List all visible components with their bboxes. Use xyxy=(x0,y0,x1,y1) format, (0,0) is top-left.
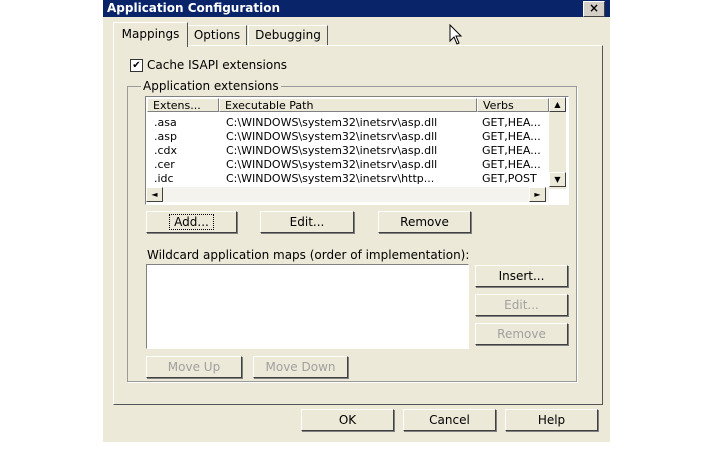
path-cell: C:\WINDOWS\system32\inetsrv\asp.dll xyxy=(226,130,438,143)
move-down-button[interactable]: Move Down xyxy=(253,356,348,378)
list-row[interactable]: .idc C:\WINDOWS\system32\inetsrv\http...… xyxy=(146,172,550,186)
window-title: Application Configuration xyxy=(107,1,280,15)
path-cell: C:\WINDOWS\system32\inetsrv\http... xyxy=(226,172,435,185)
ok-button[interactable]: OK xyxy=(301,409,394,431)
cancel-button[interactable]: Cancel xyxy=(403,409,496,431)
extensions-list[interactable]: Extens... Executable Path Verbs .asa C:\… xyxy=(145,96,569,205)
column-header-executable-path[interactable]: Executable Path xyxy=(219,98,477,112)
insert-button[interactable]: Insert... xyxy=(475,265,568,287)
title-bar: Application Configuration × xyxy=(103,0,610,17)
close-button[interactable]: × xyxy=(583,1,605,17)
verbs-cell: GET,HEA... xyxy=(482,130,541,143)
scroll-left-icon[interactable]: ◄ xyxy=(146,187,163,202)
path-cell: C:\WINDOWS\system32\inetsrv\asp.dll xyxy=(226,144,438,157)
vertical-scrollbar[interactable]: ▲ ▼ xyxy=(549,97,566,189)
extension-cell: .cdx xyxy=(154,144,178,157)
list-row[interactable]: .asa C:\WINDOWS\system32\inetsrv\asp.dll… xyxy=(146,116,550,130)
path-cell: C:\WINDOWS\system32\inetsrv\asp.dll xyxy=(226,158,438,171)
remove-button[interactable]: Remove xyxy=(378,211,471,233)
wildcard-maps-list[interactable] xyxy=(146,264,469,349)
list-row[interactable]: .cer C:\WINDOWS\system32\inetsrv\asp.dll… xyxy=(146,158,550,172)
verbs-cell: GET,HEA... xyxy=(482,116,541,129)
help-button[interactable]: Help xyxy=(505,409,598,431)
scroll-up-icon[interactable]: ▲ xyxy=(549,97,566,112)
wildcard-maps-label: Wildcard application maps (order of impl… xyxy=(147,248,470,262)
extension-cell: .idc xyxy=(154,172,174,185)
scroll-right-icon[interactable]: ► xyxy=(529,187,546,202)
tab-options[interactable]: Options xyxy=(187,25,247,46)
verbs-cell: GET,HEA... xyxy=(482,158,541,171)
scroll-down-icon[interactable]: ▼ xyxy=(549,172,566,187)
column-header-verbs[interactable]: Verbs xyxy=(477,98,549,112)
list-row[interactable]: .asp C:\WINDOWS\system32\inetsrv\asp.dll… xyxy=(146,130,550,144)
verbs-cell: GET,POST xyxy=(482,172,537,185)
tab-mappings[interactable]: Mappings xyxy=(113,22,188,47)
cache-isapi-checkbox[interactable]: ✔ xyxy=(130,59,143,72)
tab-debugging[interactable]: Debugging xyxy=(248,25,328,46)
mouse-pointer-icon xyxy=(449,24,463,45)
wildcard-remove-button[interactable]: Remove xyxy=(475,323,568,345)
wildcard-edit-button[interactable]: Edit... xyxy=(475,294,568,316)
extension-cell: .asp xyxy=(154,130,177,143)
verbs-cell: GET,HEA... xyxy=(482,144,541,157)
extension-cell: .cer xyxy=(154,158,175,171)
list-row[interactable]: .cdx C:\WINDOWS\system32\inetsrv\asp.dll… xyxy=(146,144,550,158)
extension-cell: .asa xyxy=(154,116,177,129)
column-header-extension[interactable]: Extens... xyxy=(147,98,219,112)
application-configuration-dialog: Application Configuration × Mappings Opt… xyxy=(103,0,610,442)
path-cell: C:\WINDOWS\system32\inetsrv\asp.dll xyxy=(226,116,438,129)
move-up-button[interactable]: Move Up xyxy=(146,356,242,378)
application-extensions-label: Application extensions xyxy=(141,79,281,93)
add-button[interactable]: Add... xyxy=(146,211,237,233)
cache-isapi-label[interactable]: Cache ISAPI extensions xyxy=(147,58,287,72)
edit-button[interactable]: Edit... xyxy=(260,211,354,233)
horizontal-scrollbar[interactable]: ◄ ► xyxy=(146,187,549,202)
add-button-label: Add... xyxy=(169,214,214,230)
